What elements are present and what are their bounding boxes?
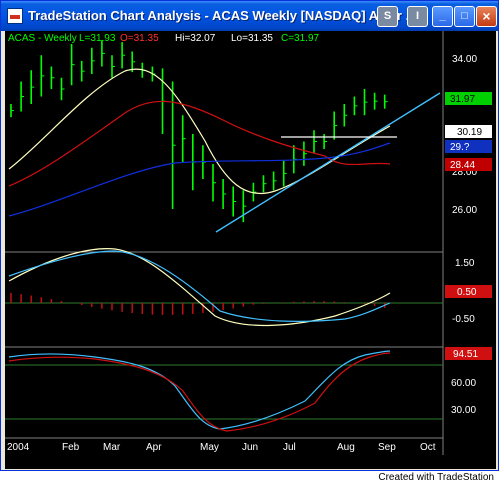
price-tag-last-label: 31.97 bbox=[450, 94, 475, 105]
grid bbox=[5, 31, 444, 455]
macd-tag-label: 0.50 bbox=[457, 287, 477, 298]
time-label-jul: Jul bbox=[283, 442, 296, 453]
stoch-tag-label: 94.51 bbox=[453, 349, 478, 360]
chart-canvas: ACAS - Weekly L=31.93 O=31.35 Hi=32.07 L… bbox=[5, 31, 492, 455]
header-close: C=31.97 bbox=[281, 33, 320, 44]
header-symbol: ACAS - Weekly bbox=[8, 33, 77, 44]
status-text: Created with TradeStation bbox=[378, 472, 494, 483]
macd-tick-high: 1.50 bbox=[455, 258, 475, 269]
time-label-2004: 2004 bbox=[7, 442, 30, 453]
maximize-button[interactable]: □ bbox=[454, 6, 475, 27]
time-label-aug: Aug bbox=[337, 442, 355, 453]
time-label-oct: Oct bbox=[420, 442, 436, 453]
macd-signal-line bbox=[8, 250, 391, 322]
i-button[interactable]: I bbox=[407, 6, 428, 27]
close-button[interactable]: × bbox=[476, 6, 497, 27]
price-tag-sma-slow-label: 29.? bbox=[450, 142, 470, 153]
trendline bbox=[215, 92, 441, 233]
header-hi: Hi=32.07 bbox=[175, 33, 216, 44]
header-open: O=31.35 bbox=[120, 33, 159, 44]
price-tag-sma-mid-label: 28.44 bbox=[450, 160, 475, 171]
minimize-button[interactable]: _ bbox=[432, 6, 453, 27]
chart-area[interactable]: ACAS - Weekly L=31.93 O=31.35 Hi=32.07 L… bbox=[5, 31, 496, 469]
price-tick-34: 34.00 bbox=[452, 54, 477, 65]
time-label-mar: Mar bbox=[103, 442, 121, 453]
time-label-jun: Jun bbox=[242, 442, 258, 453]
time-label-apr: Apr bbox=[146, 442, 162, 453]
header-lo: Lo=31.35 bbox=[231, 33, 273, 44]
window-title: TradeStation Chart Analysis - ACAS Weekl… bbox=[28, 8, 417, 23]
macd-line bbox=[8, 248, 391, 327]
tradestation-logo-icon bbox=[7, 8, 23, 24]
sma-mid-line bbox=[8, 100, 391, 187]
price-tag-resistance-label: 30.19 bbox=[457, 127, 482, 138]
macd-pane bbox=[8, 248, 391, 327]
stoch-tick-30: 30.00 bbox=[451, 405, 476, 416]
header-last: L=31.93 bbox=[79, 33, 116, 44]
app-window: TradeStation Chart Analysis - ACAS Weekl… bbox=[0, 0, 499, 471]
s-button[interactable]: S bbox=[377, 6, 398, 27]
macd-tick-low: -0.50 bbox=[452, 314, 475, 325]
title-bar[interactable]: TradeStation Chart Analysis - ACAS Weekl… bbox=[1, 1, 498, 31]
time-label-sep: Sep bbox=[378, 442, 396, 453]
stoch-k-line bbox=[8, 350, 391, 430]
time-label-feb: Feb bbox=[62, 442, 80, 453]
time-label-may: May bbox=[200, 442, 219, 453]
stoch-tick-60: 60.00 bbox=[451, 378, 476, 389]
sma-fast-line bbox=[8, 68, 391, 195]
price-tick-26: 26.00 bbox=[452, 205, 477, 216]
